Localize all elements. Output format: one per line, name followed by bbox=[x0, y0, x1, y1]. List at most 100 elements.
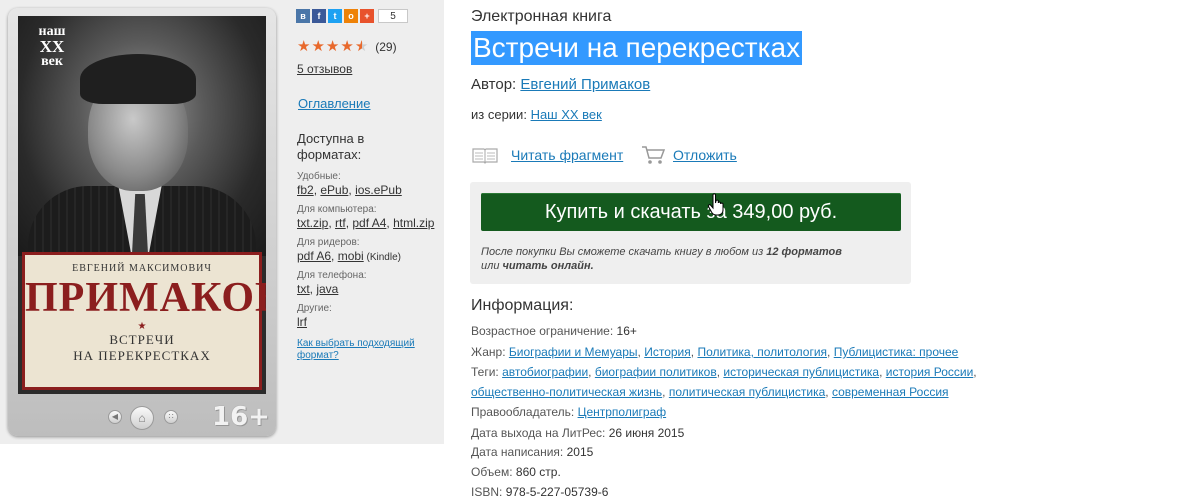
info-tags: Теги: автобиографии, биографии политиков… bbox=[471, 365, 977, 379]
format-group-label: Для телефона: bbox=[297, 270, 367, 281]
cover-author-firstname: ЕВГЕНИЙ МАКСИМОВИЧ bbox=[72, 263, 212, 274]
menu-button[interactable]: ∷ bbox=[164, 410, 178, 424]
book-type-label: Электронная книга bbox=[471, 8, 612, 25]
series-logo: наш XX век bbox=[30, 24, 74, 69]
format-help-link[interactable]: Как выбрать подходящий формат? bbox=[297, 338, 437, 362]
info-volume-value: 860 стр. bbox=[515, 465, 561, 479]
format-link[interactable]: mobi bbox=[338, 249, 364, 263]
format-link[interactable]: ePub bbox=[320, 183, 348, 197]
format-link[interactable]: pdf A6 bbox=[297, 249, 331, 263]
info-age-value: 16+ bbox=[616, 324, 637, 338]
odnoklassniki-icon[interactable]: о bbox=[344, 9, 358, 23]
genre-link[interactable]: Биографии и Мемуары bbox=[509, 345, 638, 359]
format-link[interactable]: lrf bbox=[297, 315, 307, 329]
tag-link[interactable]: общественно-политическая жизнь bbox=[471, 385, 662, 399]
info-rightsholder-label: Правообладатель: bbox=[471, 405, 575, 419]
facebook-icon[interactable]: f bbox=[312, 9, 326, 23]
vk-icon[interactable]: в bbox=[296, 9, 310, 23]
rating-star-icon[interactable]: ★ bbox=[311, 38, 325, 55]
format-link[interactable]: ios.ePub bbox=[355, 183, 402, 197]
buy-note: После покупки Вы сможете скачать книгу в… bbox=[481, 245, 901, 273]
info-heading: Информация: bbox=[471, 297, 574, 314]
genre-link[interactable]: Публицистика: прочее bbox=[834, 345, 959, 359]
cover-author-lastname: ПРИМАКОВ bbox=[25, 275, 266, 321]
info-genre-label: Жанр: bbox=[471, 345, 506, 359]
buy-note-text1: После покупки Вы сможете скачать книгу в… bbox=[481, 246, 767, 258]
book-title: Встречи на перекрестках bbox=[471, 31, 803, 65]
rating-star-icon[interactable]: ★ bbox=[355, 38, 369, 55]
more-share-icon[interactable]: + bbox=[360, 9, 374, 23]
format-link[interactable]: txt bbox=[297, 282, 310, 296]
genre-link[interactable]: История bbox=[644, 345, 691, 359]
book-cover[interactable]: наш XX век ЕВГЕНИЙ МАКСИМОВИЧ ПРИМАКОВ ★… bbox=[18, 16, 266, 394]
cover-photo-hair bbox=[80, 54, 196, 104]
buy-note-formats: 12 форматов bbox=[766, 246, 842, 258]
tag-link[interactable]: история России bbox=[886, 365, 974, 379]
cover-title: ВСТРЕЧИ НА ПЕРЕКРЕСТКАХ bbox=[25, 332, 259, 364]
cover-title-plate: ЕВГЕНИЙ МАКСИМОВИЧ ПРИМАКОВ ★ ВСТРЕЧИ НА… bbox=[22, 252, 266, 390]
tag-link[interactable]: политическая публицистика bbox=[669, 385, 825, 399]
age-rating-badge: 16+ bbox=[212, 402, 270, 432]
series-link[interactable]: Наш XX век bbox=[531, 107, 602, 122]
info-tags-continued: общественно-политическая жизнь, политиче… bbox=[471, 385, 949, 399]
info-volume: Объем: 860 стр. bbox=[471, 465, 561, 479]
buy-and-download-button[interactable]: Купить и скачать за 349,00 руб. bbox=[481, 193, 901, 231]
info-release-value: 26 июня 2015 bbox=[608, 426, 685, 440]
buy-note-text2: или bbox=[481, 260, 503, 272]
tag-link[interactable]: биографии политиков bbox=[595, 365, 717, 379]
reviews-link[interactable]: 5 отзывов bbox=[297, 62, 352, 76]
info-genres: Жанр: Биографии и Мемуары, История, Поли… bbox=[471, 345, 959, 359]
info-isbn: ISBN: 978-5-227-05739-6 bbox=[471, 485, 608, 499]
info-written-date: Дата написания: 2015 bbox=[471, 445, 593, 459]
rating-stars[interactable]: ★★★★★ bbox=[297, 38, 369, 55]
author-link[interactable]: Евгений Примаков bbox=[520, 76, 650, 93]
rating-count: (29) bbox=[375, 40, 397, 54]
cart-icon[interactable] bbox=[641, 145, 665, 165]
genre-link[interactable]: Политика, политология bbox=[697, 345, 827, 359]
cover-title-line1: ВСТРЕЧИ bbox=[109, 332, 175, 347]
buy-box: Купить и скачать за 349,00 руб. После по… bbox=[470, 182, 911, 284]
format-link[interactable]: html.zip bbox=[393, 216, 434, 230]
home-button[interactable]: ⌂ bbox=[130, 406, 154, 430]
format-group-label: Удобные: bbox=[297, 171, 341, 182]
format-link[interactable]: rtf bbox=[335, 216, 346, 230]
info-isbn-label: ISBN: bbox=[471, 485, 503, 499]
prev-page-button[interactable]: ◀ bbox=[108, 410, 122, 424]
format-link[interactable]: pdf A4 bbox=[352, 216, 386, 230]
info-age: Возрастное ограничение: 16+ bbox=[471, 324, 637, 338]
tag-link[interactable]: историческая публицистика bbox=[723, 365, 879, 379]
table-of-contents-link[interactable]: Оглавление bbox=[298, 96, 370, 111]
ereader-cover-frame: наш XX век ЕВГЕНИЙ МАКСИМОВИЧ ПРИМАКОВ ★… bbox=[8, 8, 276, 436]
rating-star-icon[interactable]: ★ bbox=[297, 38, 311, 55]
tag-link[interactable]: автобиографии bbox=[502, 365, 588, 379]
rating-star-icon[interactable]: ★ bbox=[326, 38, 340, 55]
info-volume-label: Объем: bbox=[471, 465, 513, 479]
rating[interactable]: ★★★★★ (29) bbox=[297, 37, 397, 55]
info-written-value: 2015 bbox=[566, 445, 594, 459]
author-line: Автор: Евгений Примаков bbox=[471, 76, 650, 93]
info-tags-label: Теги: bbox=[471, 365, 499, 379]
series-label: из серии: bbox=[471, 107, 527, 122]
cover-star-ornament: ★ bbox=[137, 321, 147, 332]
format-link[interactable]: fb2 bbox=[297, 183, 314, 197]
open-book-icon[interactable] bbox=[471, 146, 499, 164]
info-age-label: Возрастное ограничение: bbox=[471, 324, 614, 338]
format-group-items: lrf bbox=[297, 315, 307, 329]
share-count: 5 bbox=[378, 9, 408, 23]
format-group-items: txt.zip, rtf, pdf A4, html.zip bbox=[297, 216, 435, 230]
cover-title-line2: НА ПЕРЕКРЕСТКАХ bbox=[73, 348, 211, 363]
read-fragment-link[interactable]: Читать фрагмент bbox=[511, 147, 623, 163]
formats-heading: Доступна в форматах: bbox=[297, 131, 365, 162]
twitter-icon[interactable]: t bbox=[328, 9, 342, 23]
rightsholder-link[interactable]: Центрполиграф bbox=[578, 405, 667, 419]
format-group-label: Для ридеров: bbox=[297, 237, 360, 248]
format-note: (Kindle) bbox=[363, 252, 401, 263]
series-line: из серии: Наш XX век bbox=[471, 107, 602, 122]
defer-link[interactable]: Отложить bbox=[673, 147, 737, 163]
format-link[interactable]: java bbox=[316, 282, 338, 296]
rating-star-icon[interactable]: ★ bbox=[340, 38, 354, 55]
format-group-items: txt, java bbox=[297, 282, 339, 296]
format-group-label: Другие: bbox=[297, 303, 332, 314]
format-link[interactable]: txt.zip bbox=[297, 216, 328, 230]
tag-link[interactable]: современная Россия bbox=[832, 385, 949, 399]
